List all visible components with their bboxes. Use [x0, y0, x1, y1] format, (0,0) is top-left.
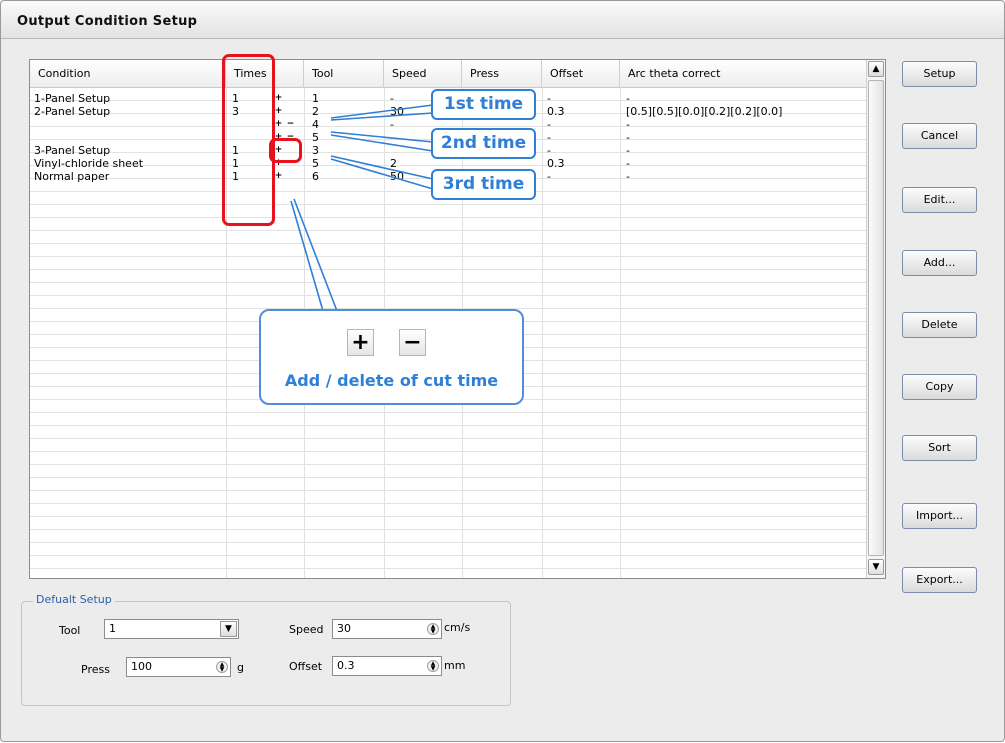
cell-arc: -	[626, 118, 630, 131]
press-value: 100	[131, 660, 152, 673]
sort-button[interactable]: Sort	[902, 435, 977, 461]
spin-icon[interactable]: ▲ ▼	[427, 660, 439, 672]
cell-offset: -	[547, 118, 551, 131]
plus-icon[interactable]: +	[274, 172, 283, 181]
tool-label: Tool	[59, 624, 81, 637]
setup-button[interactable]: Setup	[902, 61, 977, 87]
col-speed[interactable]: Speed	[384, 60, 462, 88]
press-stepper[interactable]: 100 ▲ ▼	[126, 657, 231, 677]
chevron-down-icon[interactable]: ▼	[220, 621, 237, 637]
plus-icon: +	[347, 329, 374, 356]
col-arc-theta[interactable]: Arc theta correct	[620, 60, 866, 88]
cell-offset: 0.3	[547, 157, 565, 170]
cell-speed: -	[390, 118, 394, 131]
cell-arc: -	[626, 92, 630, 105]
default-setup-group	[21, 601, 511, 706]
cancel-button[interactable]: Cancel	[902, 123, 977, 149]
output-condition-window: Output Condition Setup Condition Times T…	[0, 0, 1005, 742]
scroll-up-icon[interactable]: ▲	[868, 61, 884, 77]
cell-offset: -	[547, 92, 551, 105]
cell-speed: -	[390, 131, 394, 144]
offset-value: 0.3	[337, 659, 355, 672]
cell-tool: 2	[312, 105, 319, 118]
copy-button[interactable]: Copy	[902, 374, 977, 400]
col-tool[interactable]: Tool	[304, 60, 384, 88]
times-highlight	[222, 54, 275, 226]
cell-tool: 5	[312, 131, 319, 144]
default-setup-label: Defualt Setup	[33, 593, 115, 606]
cell-condition: Normal paper	[34, 170, 110, 183]
plus-icon[interactable]: +	[274, 94, 283, 103]
speed-label: Speed	[289, 623, 324, 636]
cell-speed: -	[390, 92, 394, 105]
tool-select[interactable]: 1 ▼	[104, 619, 239, 639]
delete-button[interactable]: Delete	[902, 312, 977, 338]
cell-tool: 5	[312, 157, 319, 170]
vertical-scrollbar[interactable]: ▲ ▼	[866, 60, 885, 578]
add-button[interactable]: Add...	[902, 250, 977, 276]
cell-arc: -	[626, 157, 630, 170]
cell-arc: -	[626, 144, 630, 157]
callout-2nd-time: 2nd time	[431, 128, 536, 159]
spin-icon[interactable]: ▲ ▼	[427, 623, 439, 635]
cell-offset: -	[547, 144, 551, 157]
cell-arc: [0.5][0.5][0.0][0.2][0.2][0.0]	[626, 105, 783, 118]
cell-speed: 50	[390, 170, 404, 183]
tool-select-value: 1	[109, 622, 116, 635]
speed-unit: cm/s	[444, 621, 471, 634]
cell-condition: 2-Panel Setup	[34, 105, 111, 118]
scroll-thumb[interactable]	[868, 80, 884, 556]
plus-icon[interactable]: +	[274, 120, 283, 129]
cell-speed: 2	[390, 157, 397, 170]
press-label: Press	[81, 663, 110, 676]
import-button[interactable]: Import...	[902, 503, 977, 529]
plus-icon[interactable]: +	[274, 107, 283, 116]
cell-tool: 6	[312, 170, 319, 183]
callout-3rd-time: 3rd time	[431, 169, 536, 200]
cell-tool: 4	[312, 118, 319, 131]
table-header: Condition Times Tool Speed Press Offset …	[30, 60, 866, 88]
spin-icon[interactable]: ▲ ▼	[216, 661, 228, 673]
minus-icon: −	[399, 329, 426, 356]
offset-unit: mm	[444, 659, 466, 672]
col-condition[interactable]: Condition	[30, 60, 226, 88]
cell-offset: -	[547, 170, 551, 183]
speed-value: 30	[337, 622, 351, 635]
minus-icon[interactable]: −	[286, 120, 295, 129]
window-title: Output Condition Setup	[17, 14, 198, 29]
callout-1st-time: 1st time	[431, 89, 536, 120]
cell-tool: 1	[312, 92, 319, 105]
cell-tool: 3	[312, 144, 319, 157]
cell-offset: 0.3	[547, 105, 565, 118]
title-bar: Output Condition Setup	[1, 1, 1004, 39]
add-delete-highlight	[269, 138, 302, 163]
press-unit: g	[237, 661, 244, 674]
speed-stepper[interactable]: 30 ▲ ▼	[332, 619, 442, 639]
cell-condition: 3-Panel Setup	[34, 144, 111, 157]
edit-button[interactable]: Edit...	[902, 187, 977, 213]
col-offset[interactable]: Offset	[542, 60, 620, 88]
cell-offset: -	[547, 131, 551, 144]
col-press[interactable]: Press	[462, 60, 542, 88]
cell-condition: 1-Panel Setup	[34, 92, 111, 105]
scroll-down-icon[interactable]: ▼	[868, 559, 884, 575]
cell-arc: -	[626, 131, 630, 144]
add-delete-callout: + − Add / delete of cut time	[259, 309, 524, 405]
cell-speed: 30	[390, 105, 404, 118]
export-button[interactable]: Export...	[902, 567, 977, 593]
offset-stepper[interactable]: 0.3 ▲ ▼	[332, 656, 442, 676]
offset-label: Offset	[289, 660, 323, 673]
cell-condition: Vinyl-chloride sheet	[34, 157, 144, 170]
cell-arc: -	[626, 170, 630, 183]
add-delete-text: Add / delete of cut time	[284, 371, 499, 390]
